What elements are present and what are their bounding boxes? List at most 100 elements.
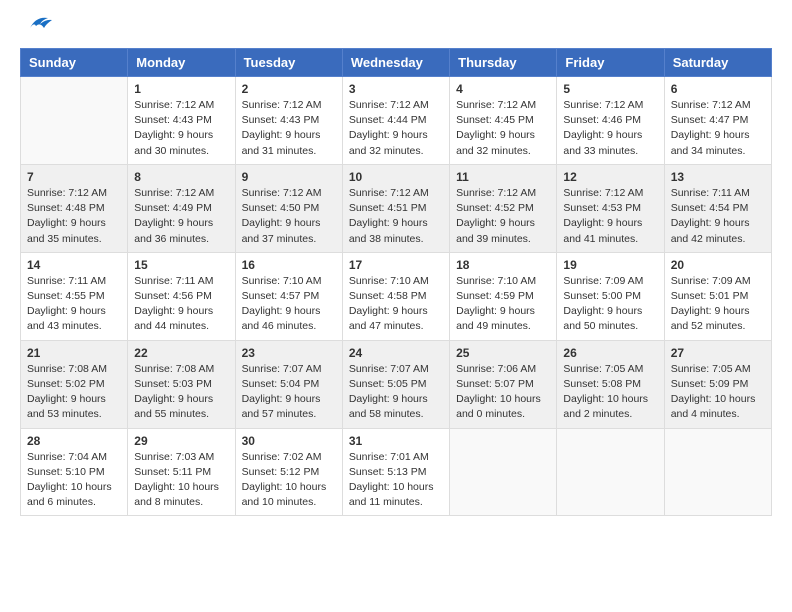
day-info: Sunrise: 7:10 AM Sunset: 4:58 PM Dayligh… [349, 274, 443, 335]
day-number: 1 [134, 82, 228, 96]
day-info: Sunrise: 7:06 AM Sunset: 5:07 PM Dayligh… [456, 362, 550, 423]
weekday-header-sunday: Sunday [21, 49, 128, 77]
day-number: 8 [134, 170, 228, 184]
day-number: 5 [563, 82, 657, 96]
calendar-cell: 3 Sunrise: 7:12 AM Sunset: 4:44 PM Daylig… [342, 77, 449, 165]
calendar-cell: 15 Sunrise: 7:11 AM Sunset: 4:56 PM Dayli… [128, 252, 235, 340]
calendar-cell: 29 Sunrise: 7:03 AM Sunset: 5:11 PM Dayli… [128, 428, 235, 516]
day-number: 20 [671, 258, 765, 272]
day-info: Sunrise: 7:12 AM Sunset: 4:43 PM Dayligh… [134, 98, 228, 159]
calendar-cell: 27 Sunrise: 7:05 AM Sunset: 5:09 PM Dayli… [664, 340, 771, 428]
day-number: 31 [349, 434, 443, 448]
day-info: Sunrise: 7:12 AM Sunset: 4:47 PM Dayligh… [671, 98, 765, 159]
calendar-week-row: 14Sunrise: 7:11 AM Sunset: 4:55 PM Dayli… [21, 252, 772, 340]
day-number: 4 [456, 82, 550, 96]
page-header [20, 20, 772, 32]
day-info: Sunrise: 7:12 AM Sunset: 4:43 PM Dayligh… [242, 98, 336, 159]
day-info: Sunrise: 7:08 AM Sunset: 5:03 PM Dayligh… [134, 362, 228, 423]
day-number: 15 [134, 258, 228, 272]
calendar-cell: 4 Sunrise: 7:12 AM Sunset: 4:45 PM Daylig… [450, 77, 557, 165]
calendar-cell [21, 77, 128, 165]
day-info: Sunrise: 7:11 AM Sunset: 4:54 PM Dayligh… [671, 186, 765, 247]
calendar-cell [557, 428, 664, 516]
weekday-header-row: SundayMondayTuesdayWednesdayThursdayFrid… [21, 49, 772, 77]
day-info: Sunrise: 7:03 AM Sunset: 5:11 PM Dayligh… [134, 450, 228, 511]
day-number: 10 [349, 170, 443, 184]
calendar-cell: 13 Sunrise: 7:11 AM Sunset: 4:54 PM Dayli… [664, 164, 771, 252]
weekday-header-saturday: Saturday [664, 49, 771, 77]
calendar-cell: 14Sunrise: 7:11 AM Sunset: 4:55 PM Dayli… [21, 252, 128, 340]
calendar-cell: 5 Sunrise: 7:12 AM Sunset: 4:46 PM Daylig… [557, 77, 664, 165]
day-number: 23 [242, 346, 336, 360]
day-info: Sunrise: 7:12 AM Sunset: 4:45 PM Dayligh… [456, 98, 550, 159]
calendar-cell: 17 Sunrise: 7:10 AM Sunset: 4:58 PM Dayli… [342, 252, 449, 340]
calendar-cell: 26Sunrise: 7:05 AM Sunset: 5:08 PM Dayli… [557, 340, 664, 428]
day-info: Sunrise: 7:05 AM Sunset: 5:08 PM Dayligh… [563, 362, 657, 423]
calendar-cell: 8 Sunrise: 7:12 AM Sunset: 4:49 PM Daylig… [128, 164, 235, 252]
calendar-cell: 23 Sunrise: 7:07 AM Sunset: 5:04 PM Dayli… [235, 340, 342, 428]
weekday-header-wednesday: Wednesday [342, 49, 449, 77]
calendar-cell: 30Sunrise: 7:02 AM Sunset: 5:12 PM Dayli… [235, 428, 342, 516]
day-number: 7 [27, 170, 121, 184]
day-info: Sunrise: 7:02 AM Sunset: 5:12 PM Dayligh… [242, 450, 336, 511]
day-number: 19 [563, 258, 657, 272]
calendar-week-row: 7Sunrise: 7:12 AM Sunset: 4:48 PM Daylig… [21, 164, 772, 252]
calendar-cell: 19 Sunrise: 7:09 AM Sunset: 5:00 PM Dayli… [557, 252, 664, 340]
day-number: 29 [134, 434, 228, 448]
day-number: 28 [27, 434, 121, 448]
weekday-header-thursday: Thursday [450, 49, 557, 77]
day-number: 2 [242, 82, 336, 96]
day-number: 16 [242, 258, 336, 272]
day-info: Sunrise: 7:10 AM Sunset: 4:59 PM Dayligh… [456, 274, 550, 335]
day-info: Sunrise: 7:09 AM Sunset: 5:01 PM Dayligh… [671, 274, 765, 335]
day-info: Sunrise: 7:01 AM Sunset: 5:13 PM Dayligh… [349, 450, 443, 511]
day-info: Sunrise: 7:12 AM Sunset: 4:46 PM Dayligh… [563, 98, 657, 159]
day-info: Sunrise: 7:12 AM Sunset: 4:49 PM Dayligh… [134, 186, 228, 247]
calendar-cell: 6 Sunrise: 7:12 AM Sunset: 4:47 PM Daylig… [664, 77, 771, 165]
calendar-cell: 28 Sunrise: 7:04 AM Sunset: 5:10 PM Dayli… [21, 428, 128, 516]
day-number: 11 [456, 170, 550, 184]
day-info: Sunrise: 7:12 AM Sunset: 4:44 PM Dayligh… [349, 98, 443, 159]
calendar-cell: 9Sunrise: 7:12 AM Sunset: 4:50 PM Daylig… [235, 164, 342, 252]
day-info: Sunrise: 7:12 AM Sunset: 4:50 PM Dayligh… [242, 186, 336, 247]
day-number: 21 [27, 346, 121, 360]
day-info: Sunrise: 7:04 AM Sunset: 5:10 PM Dayligh… [27, 450, 121, 511]
day-info: Sunrise: 7:12 AM Sunset: 4:52 PM Dayligh… [456, 186, 550, 247]
day-number: 27 [671, 346, 765, 360]
weekday-header-tuesday: Tuesday [235, 49, 342, 77]
day-info: Sunrise: 7:12 AM Sunset: 4:51 PM Dayligh… [349, 186, 443, 247]
calendar-cell: 22 Sunrise: 7:08 AM Sunset: 5:03 PM Dayli… [128, 340, 235, 428]
calendar-cell: 18 Sunrise: 7:10 AM Sunset: 4:59 PM Dayli… [450, 252, 557, 340]
calendar-week-row: 1 Sunrise: 7:12 AM Sunset: 4:43 PM Daylig… [21, 77, 772, 165]
calendar-cell: 7Sunrise: 7:12 AM Sunset: 4:48 PM Daylig… [21, 164, 128, 252]
calendar-week-row: 21Sunrise: 7:08 AM Sunset: 5:02 PM Dayli… [21, 340, 772, 428]
calendar-cell: 21Sunrise: 7:08 AM Sunset: 5:02 PM Dayli… [21, 340, 128, 428]
day-info: Sunrise: 7:07 AM Sunset: 5:04 PM Dayligh… [242, 362, 336, 423]
day-number: 22 [134, 346, 228, 360]
calendar-cell: 31 Sunrise: 7:01 AM Sunset: 5:13 PM Dayli… [342, 428, 449, 516]
day-info: Sunrise: 7:09 AM Sunset: 5:00 PM Dayligh… [563, 274, 657, 335]
day-number: 6 [671, 82, 765, 96]
calendar-cell: 16 Sunrise: 7:10 AM Sunset: 4:57 PM Dayli… [235, 252, 342, 340]
weekday-header-friday: Friday [557, 49, 664, 77]
day-number: 13 [671, 170, 765, 184]
weekday-header-monday: Monday [128, 49, 235, 77]
calendar-cell [664, 428, 771, 516]
day-info: Sunrise: 7:11 AM Sunset: 4:55 PM Dayligh… [27, 274, 121, 335]
calendar-week-row: 28 Sunrise: 7:04 AM Sunset: 5:10 PM Dayli… [21, 428, 772, 516]
day-number: 25 [456, 346, 550, 360]
day-info: Sunrise: 7:11 AM Sunset: 4:56 PM Dayligh… [134, 274, 228, 335]
day-number: 24 [349, 346, 443, 360]
calendar-cell: 12Sunrise: 7:12 AM Sunset: 4:53 PM Dayli… [557, 164, 664, 252]
day-number: 17 [349, 258, 443, 272]
day-info: Sunrise: 7:07 AM Sunset: 5:05 PM Dayligh… [349, 362, 443, 423]
calendar-cell [450, 428, 557, 516]
day-info: Sunrise: 7:12 AM Sunset: 4:53 PM Dayligh… [563, 186, 657, 247]
day-number: 18 [456, 258, 550, 272]
day-info: Sunrise: 7:05 AM Sunset: 5:09 PM Dayligh… [671, 362, 765, 423]
day-info: Sunrise: 7:10 AM Sunset: 4:57 PM Dayligh… [242, 274, 336, 335]
calendar-cell: 10 Sunrise: 7:12 AM Sunset: 4:51 PM Dayli… [342, 164, 449, 252]
day-number: 3 [349, 82, 443, 96]
calendar-cell: 1 Sunrise: 7:12 AM Sunset: 4:43 PM Daylig… [128, 77, 235, 165]
logo [20, 20, 54, 32]
